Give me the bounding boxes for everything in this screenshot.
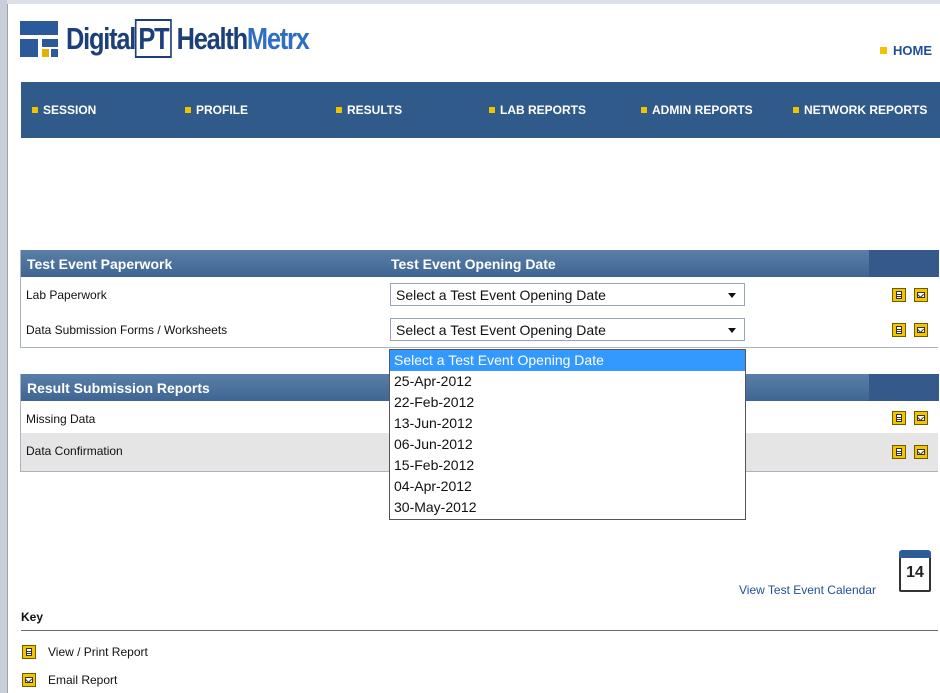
email-report-icon[interactable] — [914, 445, 928, 459]
dropdown-option[interactable]: Select a Test Event Opening Date — [390, 350, 745, 371]
nav-label: PROFILE — [196, 103, 249, 117]
bullet-icon — [880, 47, 887, 54]
email-report-icon — [22, 672, 36, 687]
table-row: Lab Paperwork Select a Test Event Openin… — [21, 277, 938, 312]
table-row: Data Submission Forms / Worksheets Selec… — [21, 312, 938, 347]
nav-profile[interactable]: PROFILE — [185, 103, 248, 117]
dropdown-option[interactable]: 22-Feb-2012 — [390, 392, 745, 413]
key-title: Key — [21, 610, 44, 624]
bullet-icon — [185, 107, 191, 113]
nav-label: SESSION — [43, 103, 97, 117]
key-view-label: View / Print Report — [48, 644, 148, 659]
logo-mark-icon — [20, 19, 62, 59]
logo-pt: PT — [135, 19, 172, 58]
view-calendar-link[interactable]: View Test Event Calendar — [739, 583, 876, 597]
key-email-label: Email Report — [48, 672, 118, 687]
bullet-icon — [641, 107, 647, 113]
bullet-icon — [336, 107, 342, 113]
logo-text: Digital PT HealthMetrx — [66, 19, 310, 58]
home-label: HOME — [893, 43, 932, 58]
view-report-icon[interactable] — [892, 411, 906, 425]
key-view-row: View / Print Report — [22, 644, 148, 659]
bullet-icon — [32, 107, 38, 113]
paperwork-title: Test Event Paperwork — [27, 256, 173, 272]
window-top-border — [7, 0, 940, 4]
dropdown-option[interactable]: 25-Apr-2012 — [390, 371, 745, 392]
nav-label: ADMIN REPORTS — [652, 103, 753, 117]
view-report-icon[interactable] — [892, 323, 906, 337]
chevron-down-icon — [728, 328, 736, 333]
nav-session[interactable]: SESSION — [32, 103, 96, 117]
email-report-icon[interactable] — [914, 411, 928, 425]
nav-label: RESULTS — [347, 103, 403, 117]
key-divider — [21, 630, 938, 631]
view-report-icon[interactable] — [892, 445, 906, 459]
opening-date-select[interactable]: Select a Test Event Opening Date — [390, 283, 745, 306]
dropdown-option[interactable]: 06-Jun-2012 — [390, 434, 745, 455]
calendar-top — [899, 550, 931, 558]
view-report-icon[interactable] — [892, 288, 906, 302]
row-label: Lab Paperwork — [26, 288, 107, 302]
paperwork-panel: Test Event Paperwork Test Event Opening … — [20, 250, 939, 348]
logo-digital: Digital — [66, 21, 136, 56]
select-value: Select a Test Event Opening Date — [396, 286, 606, 303]
dropdown-option[interactable]: 15-Feb-2012 — [390, 455, 745, 476]
results-title: Result Submission Reports — [27, 380, 210, 396]
dropdown-option[interactable]: 13-Jun-2012 — [390, 413, 745, 434]
nav-label: LAB REPORTS — [500, 103, 587, 117]
header-right-block — [869, 374, 939, 401]
home-link[interactable]: HOME — [880, 43, 932, 58]
chevron-down-icon — [728, 293, 736, 298]
logo-health: Health — [176, 21, 249, 56]
calendar-icon[interactable]: 14 — [899, 546, 933, 594]
dropdown-option[interactable]: 30-May-2012 — [390, 497, 745, 518]
logo-metrx: Metrx — [246, 21, 310, 56]
dropdown-option[interactable]: 04-Apr-2012 — [390, 476, 745, 497]
nav-results[interactable]: RESULTS — [336, 103, 402, 117]
key-email-row: Email Report — [22, 672, 117, 687]
row-label: Data Submission Forms / Worksheets — [26, 323, 228, 337]
calendar-day: 14 — [906, 564, 924, 581]
email-report-icon[interactable] — [914, 323, 928, 337]
main-nav: SESSION PROFILE RESULTS LAB REPORTS ADMI… — [21, 82, 940, 138]
view-report-icon — [22, 644, 36, 659]
window-left-border — [0, 0, 8, 693]
header-right-block — [869, 250, 939, 277]
bullet-icon — [793, 107, 799, 113]
bullet-icon — [489, 107, 495, 113]
email-report-icon[interactable] — [914, 288, 928, 302]
opening-date-dropdown-list: Select a Test Event Opening Date 25-Apr-… — [389, 349, 746, 520]
nav-label: NETWORK REPORTS — [804, 103, 928, 117]
nav-lab-reports[interactable]: LAB REPORTS — [489, 103, 586, 117]
row-label: Data Confirmation — [26, 444, 123, 458]
logo[interactable]: Digital PT HealthMetrx — [20, 14, 362, 64]
nav-network-reports[interactable]: NETWORK REPORTS — [793, 103, 927, 117]
paperwork-header: Test Event Paperwork Test Event Opening … — [21, 250, 939, 277]
opening-date-select[interactable]: Select a Test Event Opening Date — [390, 318, 745, 341]
row-label: Missing Data — [26, 412, 96, 426]
opening-date-title: Test Event Opening Date — [391, 256, 556, 272]
select-value: Select a Test Event Opening Date — [396, 321, 606, 338]
nav-admin-reports[interactable]: ADMIN REPORTS — [641, 103, 753, 117]
